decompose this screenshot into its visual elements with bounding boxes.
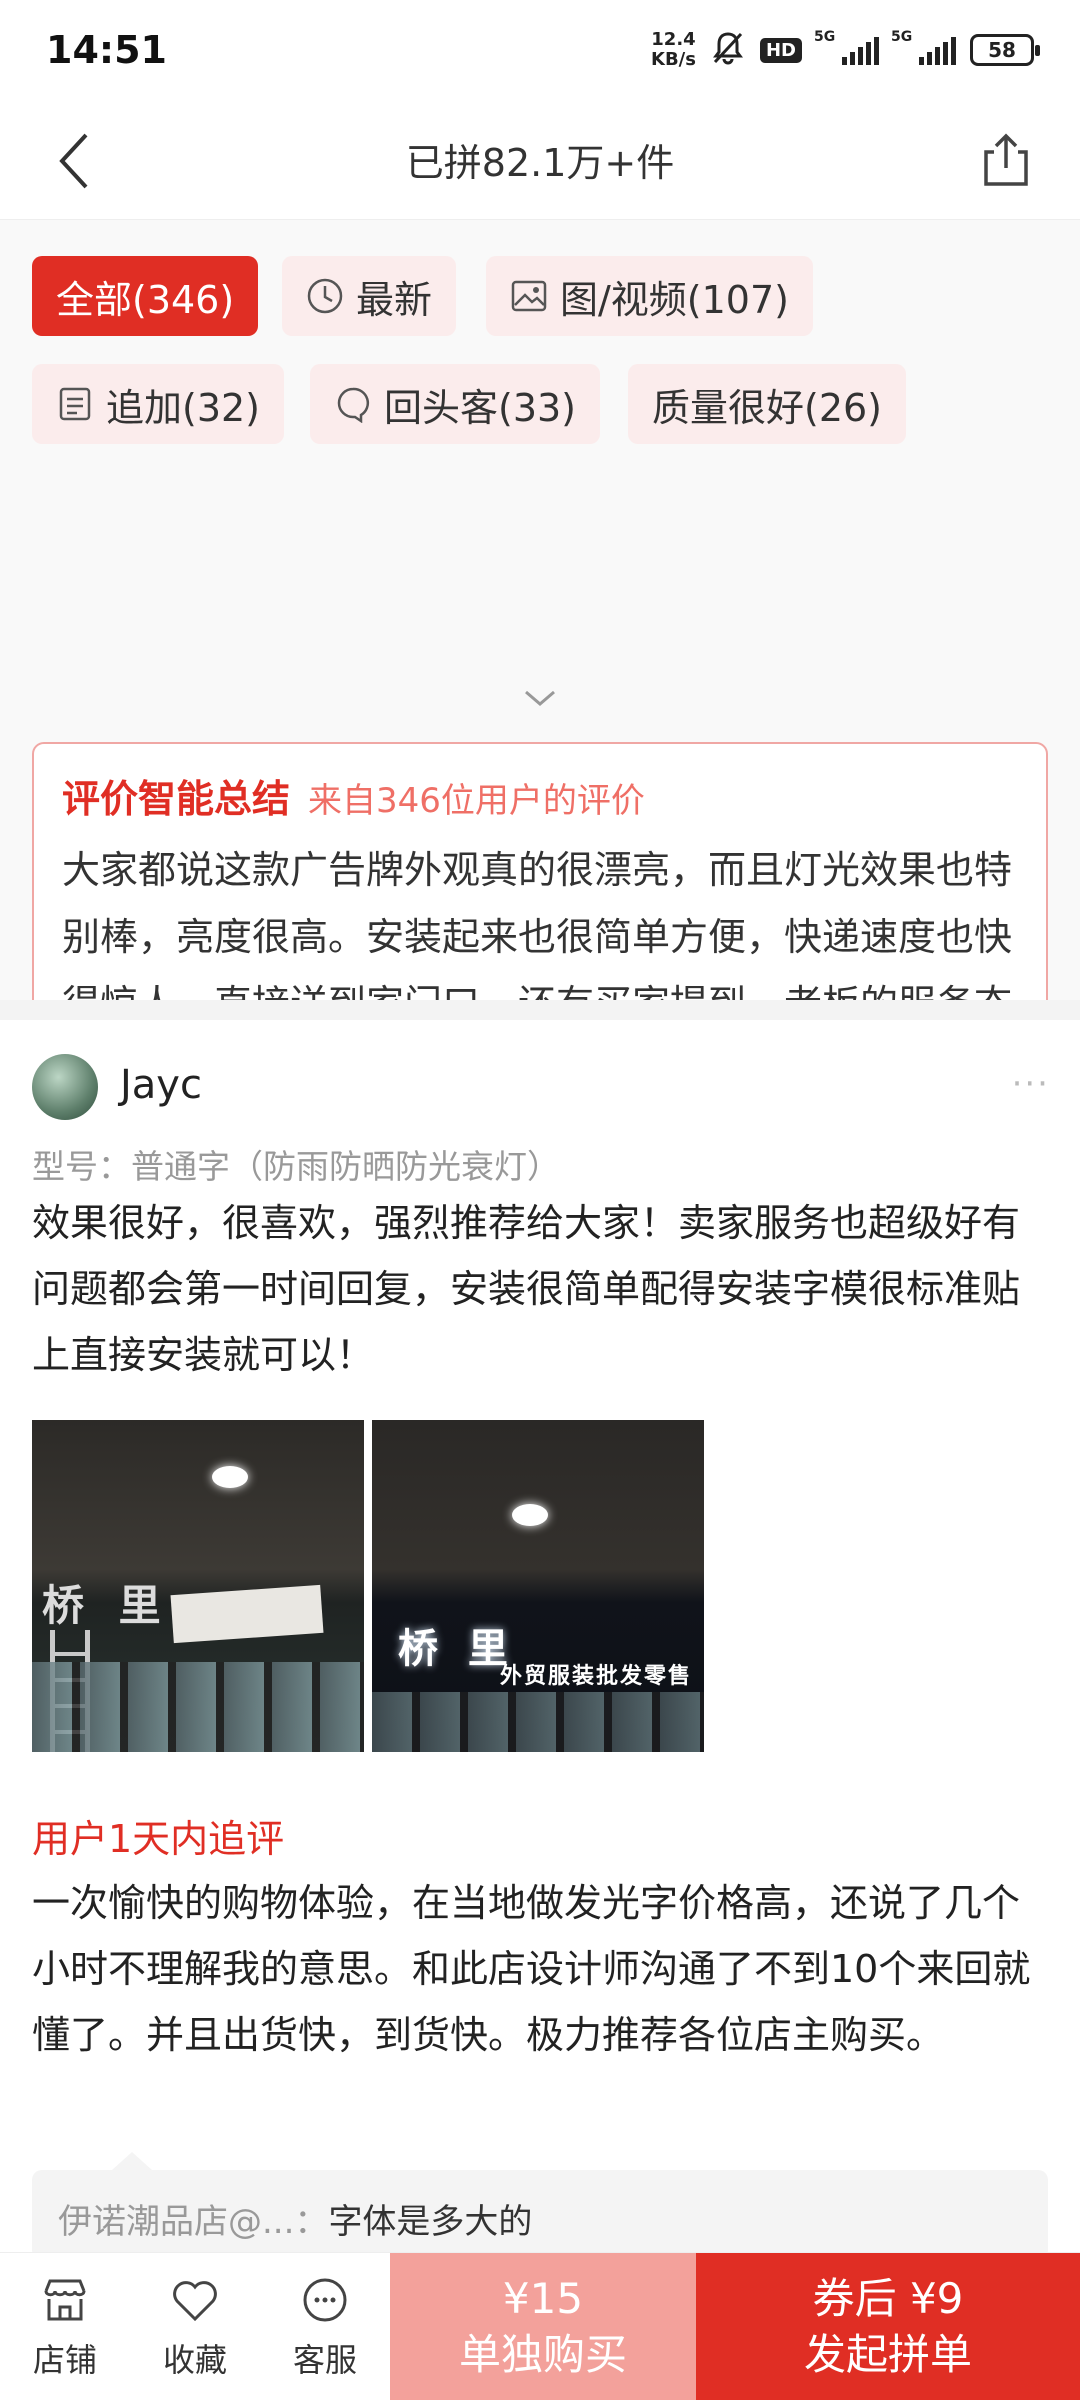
reply-text: 字体是多大的: [328, 2202, 533, 2242]
more-options-button[interactable]: ···: [1012, 1064, 1050, 1104]
review-filter-section: 全部(346) 最新 图/视频(107) 追加(32) 回头客(33) 质量很好…: [0, 220, 1080, 1188]
image-icon: [510, 277, 548, 315]
status-bar: 14:51 12.4 KB/s HD 5G 5G 58: [0, 0, 1080, 100]
network-speed: 12.4 KB/s: [651, 29, 696, 70]
signal-icon: 5G: [814, 29, 879, 65]
back-arrow-icon: [59, 133, 88, 189]
reply-bubble[interactable]: 伊诺潮品店@...：字体是多大的: [32, 2152, 1048, 2260]
review-photo-2[interactable]: 桥 里 外贸服装批发零售: [372, 1420, 704, 1752]
battery-icon: 58: [970, 34, 1040, 66]
review-item: Jayc ··· 型号：普通字（防雨防晒防光衰灯） 效果很好，很喜欢，强烈推荐给…: [0, 1020, 1080, 2260]
favorite-button[interactable]: 收藏: [130, 2253, 260, 2400]
section-divider: [0, 1000, 1080, 1020]
filter-returning[interactable]: 回头客(33): [310, 364, 601, 444]
shop-button[interactable]: 店铺: [0, 2253, 130, 2400]
share-button[interactable]: [976, 130, 1036, 190]
page-title: 已拼82.1万+件: [405, 141, 675, 185]
signal-icon-2: 5G: [891, 29, 956, 65]
expand-filters-button[interactable]: [522, 680, 558, 716]
top-nav: 已拼82.1万+件: [0, 100, 1080, 220]
note-icon: [56, 385, 94, 423]
avatar[interactable]: [32, 1054, 98, 1120]
chevron-down-icon: [525, 690, 555, 706]
back-button[interactable]: [44, 126, 104, 196]
customer-service-button[interactable]: 客服: [260, 2253, 390, 2400]
clock-icon: [306, 277, 344, 315]
summary-title: 评价智能总结: [62, 777, 291, 821]
bell-muted-icon: [710, 30, 746, 71]
status-icons: 12.4 KB/s HD 5G 5G 58: [651, 29, 1040, 71]
filter-latest[interactable]: 最新: [282, 256, 457, 336]
heart-icon: [173, 2280, 217, 2321]
reply-author: 伊诺潮品店@...：: [58, 2202, 329, 2242]
filter-quality[interactable]: 质量很好(26): [628, 364, 907, 444]
start-group-buy-button[interactable]: 券后 ¥9 发起拼单: [696, 2253, 1080, 2400]
review-photos: 桥 里 桥 里 外贸服装批发零售: [32, 1420, 704, 1752]
product-variant: 型号：普通字（防雨防晒防光衰灯）: [32, 1147, 560, 1186]
review-photo-1[interactable]: 桥 里: [32, 1420, 364, 1752]
hd-badge: HD: [759, 37, 802, 63]
chat-icon: [303, 2278, 347, 2321]
followup-header: 用户1天内追评: [32, 1817, 285, 1861]
filter-all[interactable]: 全部(346): [32, 256, 259, 336]
review-text: 效果很好，很喜欢，强烈推荐给大家！卖家服务也超级好有问题都会第一时间回复，安装很…: [32, 1201, 1021, 1377]
returning-icon: [334, 385, 372, 423]
shop-icon: [44, 2279, 86, 2320]
summary-source: 来自346位用户的评价: [308, 781, 645, 821]
followup-text: 一次愉快的购物体验，在当地做发光字价格高，还说了几个小时不理解我的意思。和此店设…: [32, 1881, 1031, 2057]
bottom-action-bar: 店铺 收藏 客服 ¥15 单独购买 券后 ¥9 发起拼单: [0, 2252, 1080, 2400]
buy-alone-button[interactable]: ¥15 单独购买: [390, 2253, 696, 2400]
reviewer-name: Jayc: [120, 1062, 202, 1108]
filter-media[interactable]: 图/视频(107): [486, 256, 813, 336]
filter-followup[interactable]: 追加(32): [32, 364, 285, 444]
status-time: 14:51: [46, 28, 167, 72]
share-icon: [984, 133, 1028, 186]
